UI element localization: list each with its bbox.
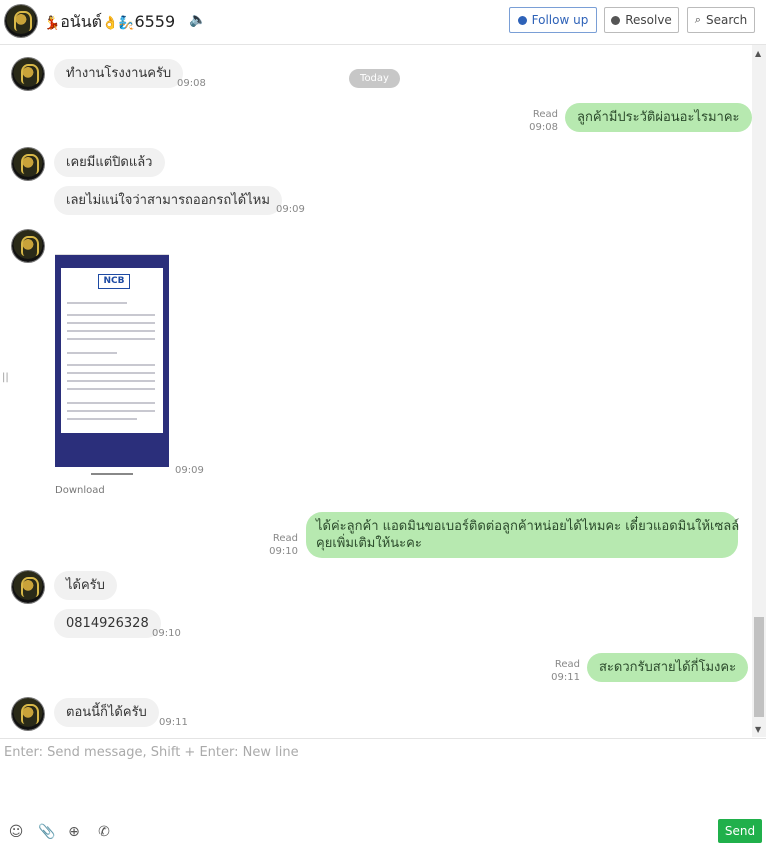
avatar[interactable] <box>12 148 44 180</box>
whatsapp-icon[interactable]: ✆ <box>96 824 112 840</box>
resolve-icon <box>611 15 621 25</box>
message-time: 09:09 <box>175 465 204 476</box>
add-reply-icon[interactable]: ⊕ <box>66 824 82 840</box>
emoji-left: 💃 <box>44 16 61 31</box>
ncb-logo: NCB <box>98 274 130 289</box>
message-bubble[interactable]: ลูกค้ามีประวัติผ่อนอะไรมาคะ <box>565 103 752 132</box>
message-list[interactable]: Today ทำงานโรงงานครับ 09:08 Read 09:08 ล… <box>0 45 752 737</box>
message-bubble[interactable]: 0814926328 <box>54 609 161 638</box>
download-link[interactable]: Download <box>55 485 105 496</box>
message-bubble[interactable]: สะดวกรับสายได้กี่โมงคะ <box>587 653 749 682</box>
doc-line <box>67 338 155 340</box>
doc-line <box>67 380 155 382</box>
date-divider: Today <box>349 69 400 88</box>
message-bubble[interactable]: ได้ค่ะลูกค้า แอดมินขอเบอร์ติดต่อลูกค้าหน… <box>306 512 740 558</box>
contact-number: 6559 <box>134 12 176 31</box>
contact-name: 💃อนันต์👌🧞6559 <box>44 10 175 35</box>
message-bubble[interactable]: เคยมีแต่ปิดแล้ว <box>54 148 165 177</box>
message-time: 09:09 <box>276 204 305 215</box>
message-bubble[interactable]: ตอนนี้ก็ได้ครับ <box>54 698 159 727</box>
doc-line <box>67 418 137 420</box>
image-document: NCB <box>61 268 163 433</box>
doc-line <box>67 364 155 366</box>
read-status: Read <box>272 533 298 544</box>
chat-header: 💃อนันต์👌🧞6559 🔈 Follow up Resolve ⌕ Searc… <box>0 0 766 45</box>
composer: ☺ 📎 ⊕ ✆ Send <box>0 738 766 846</box>
doc-line <box>67 402 155 404</box>
emoji-mid: 👌 <box>102 16 119 31</box>
doc-line <box>67 322 155 324</box>
resolve-label: Resolve <box>625 13 672 27</box>
contact-name-text: อนันต์ <box>60 12 103 31</box>
doc-line <box>67 410 155 412</box>
message-line: คุยเพิ่มเติมให้นะคะ <box>316 536 422 551</box>
avatar[interactable] <box>12 230 44 262</box>
image-attachment[interactable]: NCB <box>55 232 169 475</box>
message-bubble[interactable]: ทำงานโรงงานครับ <box>54 59 184 88</box>
search-icon: ⌕ <box>694 13 701 26</box>
message-time: 09:11 <box>551 672 580 683</box>
image-home-bar <box>91 473 133 475</box>
message-bubble[interactable]: เลยไม่แน่ใจว่าสามารถออกรถได้ไหม <box>54 186 282 215</box>
follow-up-button[interactable]: Follow up <box>509 7 597 33</box>
message-time: 09:10 <box>269 546 298 557</box>
message-line: ได้ค่ะลูกค้า แอดมินขอเบอร์ติดต่อลูกค้าหน… <box>316 519 740 534</box>
follow-up-label: Follow up <box>531 13 589 27</box>
read-status: Read <box>532 109 558 120</box>
avatar[interactable] <box>12 58 44 90</box>
contact-avatar[interactable] <box>5 5 37 37</box>
message-time: 09:08 <box>177 78 206 89</box>
image-nav-bar <box>55 242 169 255</box>
avatar[interactable] <box>12 698 44 730</box>
follow-up-icon <box>517 15 527 25</box>
doc-line <box>67 372 155 374</box>
doc-line <box>67 302 127 304</box>
send-button[interactable]: Send <box>718 819 762 843</box>
image-status-bar <box>55 232 169 242</box>
message-input[interactable] <box>4 745 744 805</box>
doc-line <box>67 352 117 354</box>
search-button[interactable]: ⌕ Search <box>687 7 755 33</box>
emoji-icon[interactable]: ☺ <box>8 824 24 840</box>
doc-line <box>67 314 155 316</box>
scroll-up-icon[interactable]: ▲ <box>755 49 761 58</box>
doc-line <box>67 330 155 332</box>
message-bubble[interactable]: ได้ครับ <box>54 571 117 600</box>
doc-line <box>67 388 155 390</box>
scrollbar[interactable]: ▲ ▼ <box>752 45 766 737</box>
speaker-icon[interactable]: 🔈 <box>189 12 206 28</box>
message-time: 09:08 <box>529 122 558 133</box>
message-time: 09:11 <box>159 717 188 728</box>
scroll-down-icon[interactable]: ▼ <box>755 725 761 734</box>
emoji-right: 🧞 <box>118 16 135 31</box>
resolve-button[interactable]: Resolve <box>604 7 679 33</box>
search-label: Search <box>705 13 748 27</box>
read-status: Read <box>554 659 580 670</box>
message-time: 09:10 <box>152 628 181 639</box>
avatar[interactable] <box>12 571 44 603</box>
scrollbar-thumb[interactable] <box>754 617 764 717</box>
resize-handle[interactable]: || <box>2 372 9 383</box>
attachment-icon[interactable]: 📎 <box>38 824 55 840</box>
